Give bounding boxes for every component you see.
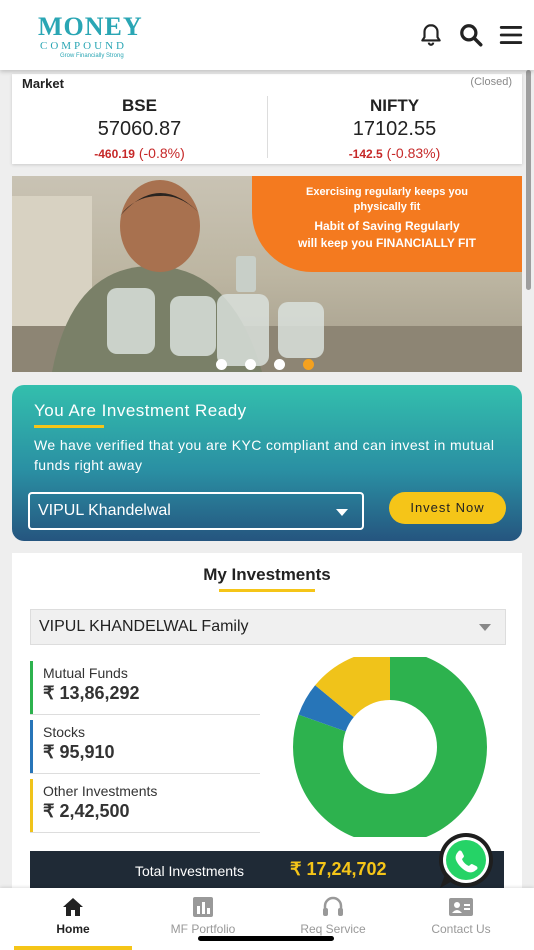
family-select[interactable]: VIPUL KHANDELWAL Family	[30, 609, 506, 645]
nav-label: Req Service	[300, 922, 366, 936]
family-select-value: VIPUL KHANDELWAL Family	[39, 618, 249, 635]
index-change-amount: -460.19	[94, 147, 135, 161]
nifty-index[interactable]: NIFTY 17102.55 -142.5 (-0.83%)	[267, 96, 522, 161]
market-status: (Closed)	[470, 76, 512, 88]
bar-chart-icon	[193, 897, 213, 917]
investment-ready-card: You Are Investment Ready We have verifie…	[12, 385, 522, 541]
category-label: Stocks	[43, 724, 86, 740]
index-change-pct: (-0.83%)	[386, 145, 441, 161]
category-stocks[interactable]: Stocks ₹ 95,910	[30, 720, 260, 774]
bell-icon[interactable]	[418, 22, 444, 48]
market-card: Market (Closed) BSE 57060.87 -460.19 (-0…	[12, 74, 522, 164]
logo-main-text: MONEY	[38, 12, 143, 41]
index-value: 57060.87	[97, 118, 182, 140]
user-select-value: VIPUL Khandelwal	[38, 502, 171, 519]
bse-index[interactable]: BSE 57060.87 -460.19 (-0.8%)	[12, 96, 267, 161]
nav-label: MF Portfolio	[170, 922, 236, 936]
nav-label: Home	[56, 922, 90, 936]
caret-down-icon	[336, 509, 348, 516]
divider	[30, 832, 260, 833]
ready-description: We have verified that you are KYC compli…	[34, 437, 495, 473]
index-change-amount: -142.5	[348, 147, 383, 161]
menu-icon[interactable]	[498, 22, 524, 48]
title-underline	[219, 589, 315, 592]
index-value: 17102.55	[352, 118, 437, 140]
category-mutual-funds[interactable]: Mutual Funds ₹ 13,86,292	[30, 661, 260, 715]
invest-now-button[interactable]: Invest Now	[389, 492, 506, 524]
ready-title-underline	[34, 425, 104, 428]
total-label: Total Investments	[135, 863, 244, 879]
nav-label: Contact Us	[431, 922, 491, 936]
market-label: Market	[22, 76, 64, 91]
whatsapp-icon[interactable]	[430, 830, 502, 892]
carousel-dot[interactable]	[245, 359, 256, 370]
carousel-dot-active[interactable]	[303, 359, 314, 370]
banner-line-4: will keep you FINANCIALLY FIT	[297, 236, 477, 250]
total-value: ₹ 17,24,702	[290, 859, 387, 879]
caret-down-icon	[479, 624, 491, 631]
nav-contact-us[interactable]: Contact Us	[396, 888, 526, 950]
carousel-dot[interactable]	[216, 359, 227, 370]
carousel-dots	[216, 357, 332, 372]
contact-card-icon	[449, 898, 473, 916]
banner-line-1: Exercising regularly keeps you	[305, 186, 469, 198]
app-header: MONEY COMPOUND Grow Financially Strong	[0, 0, 534, 70]
category-label: Other Investments	[43, 783, 158, 799]
index-change-pct: (-0.8%)	[138, 145, 185, 161]
scrollbar[interactable]	[526, 70, 531, 290]
nav-active-indicator	[14, 946, 132, 950]
banner-line-2: physically fit	[353, 201, 421, 213]
category-value: ₹ 2,42,500	[43, 801, 130, 821]
divider	[30, 714, 260, 715]
banner-line-3: Habit of Saving Regularly	[314, 219, 460, 233]
divider	[30, 773, 260, 774]
promo-banner[interactable]: Exercising regularly keeps you physicall…	[12, 176, 522, 372]
category-value: ₹ 13,86,292	[43, 683, 140, 703]
index-name: BSE	[122, 96, 157, 115]
category-label: Mutual Funds	[43, 665, 128, 681]
index-change: -142.5 (-0.83%)	[267, 145, 522, 161]
investment-donut-chart[interactable]	[290, 657, 490, 837]
category-value: ₹ 95,910	[43, 742, 115, 762]
search-icon[interactable]	[458, 22, 484, 48]
ready-title: You Are Investment Ready	[34, 401, 247, 420]
carousel-dot[interactable]	[274, 359, 285, 370]
headset-icon	[323, 896, 343, 916]
user-select[interactable]: VIPUL Khandelwal	[28, 492, 364, 530]
home-icon	[63, 898, 83, 916]
nav-home[interactable]: Home	[8, 888, 138, 950]
logo-tagline: Grow Financially Strong	[60, 53, 124, 59]
logo-sub-text: COMPOUND	[40, 40, 127, 52]
index-change: -460.19 (-0.8%)	[12, 145, 267, 161]
money-compound-logo[interactable]: MONEY COMPOUND Grow Financially Strong	[38, 12, 158, 60]
index-name: NIFTY	[369, 96, 420, 115]
category-other-investments[interactable]: Other Investments ₹ 2,42,500	[30, 779, 260, 833]
my-investments-title: My Investments	[203, 565, 331, 584]
home-indicator[interactable]	[198, 936, 334, 941]
